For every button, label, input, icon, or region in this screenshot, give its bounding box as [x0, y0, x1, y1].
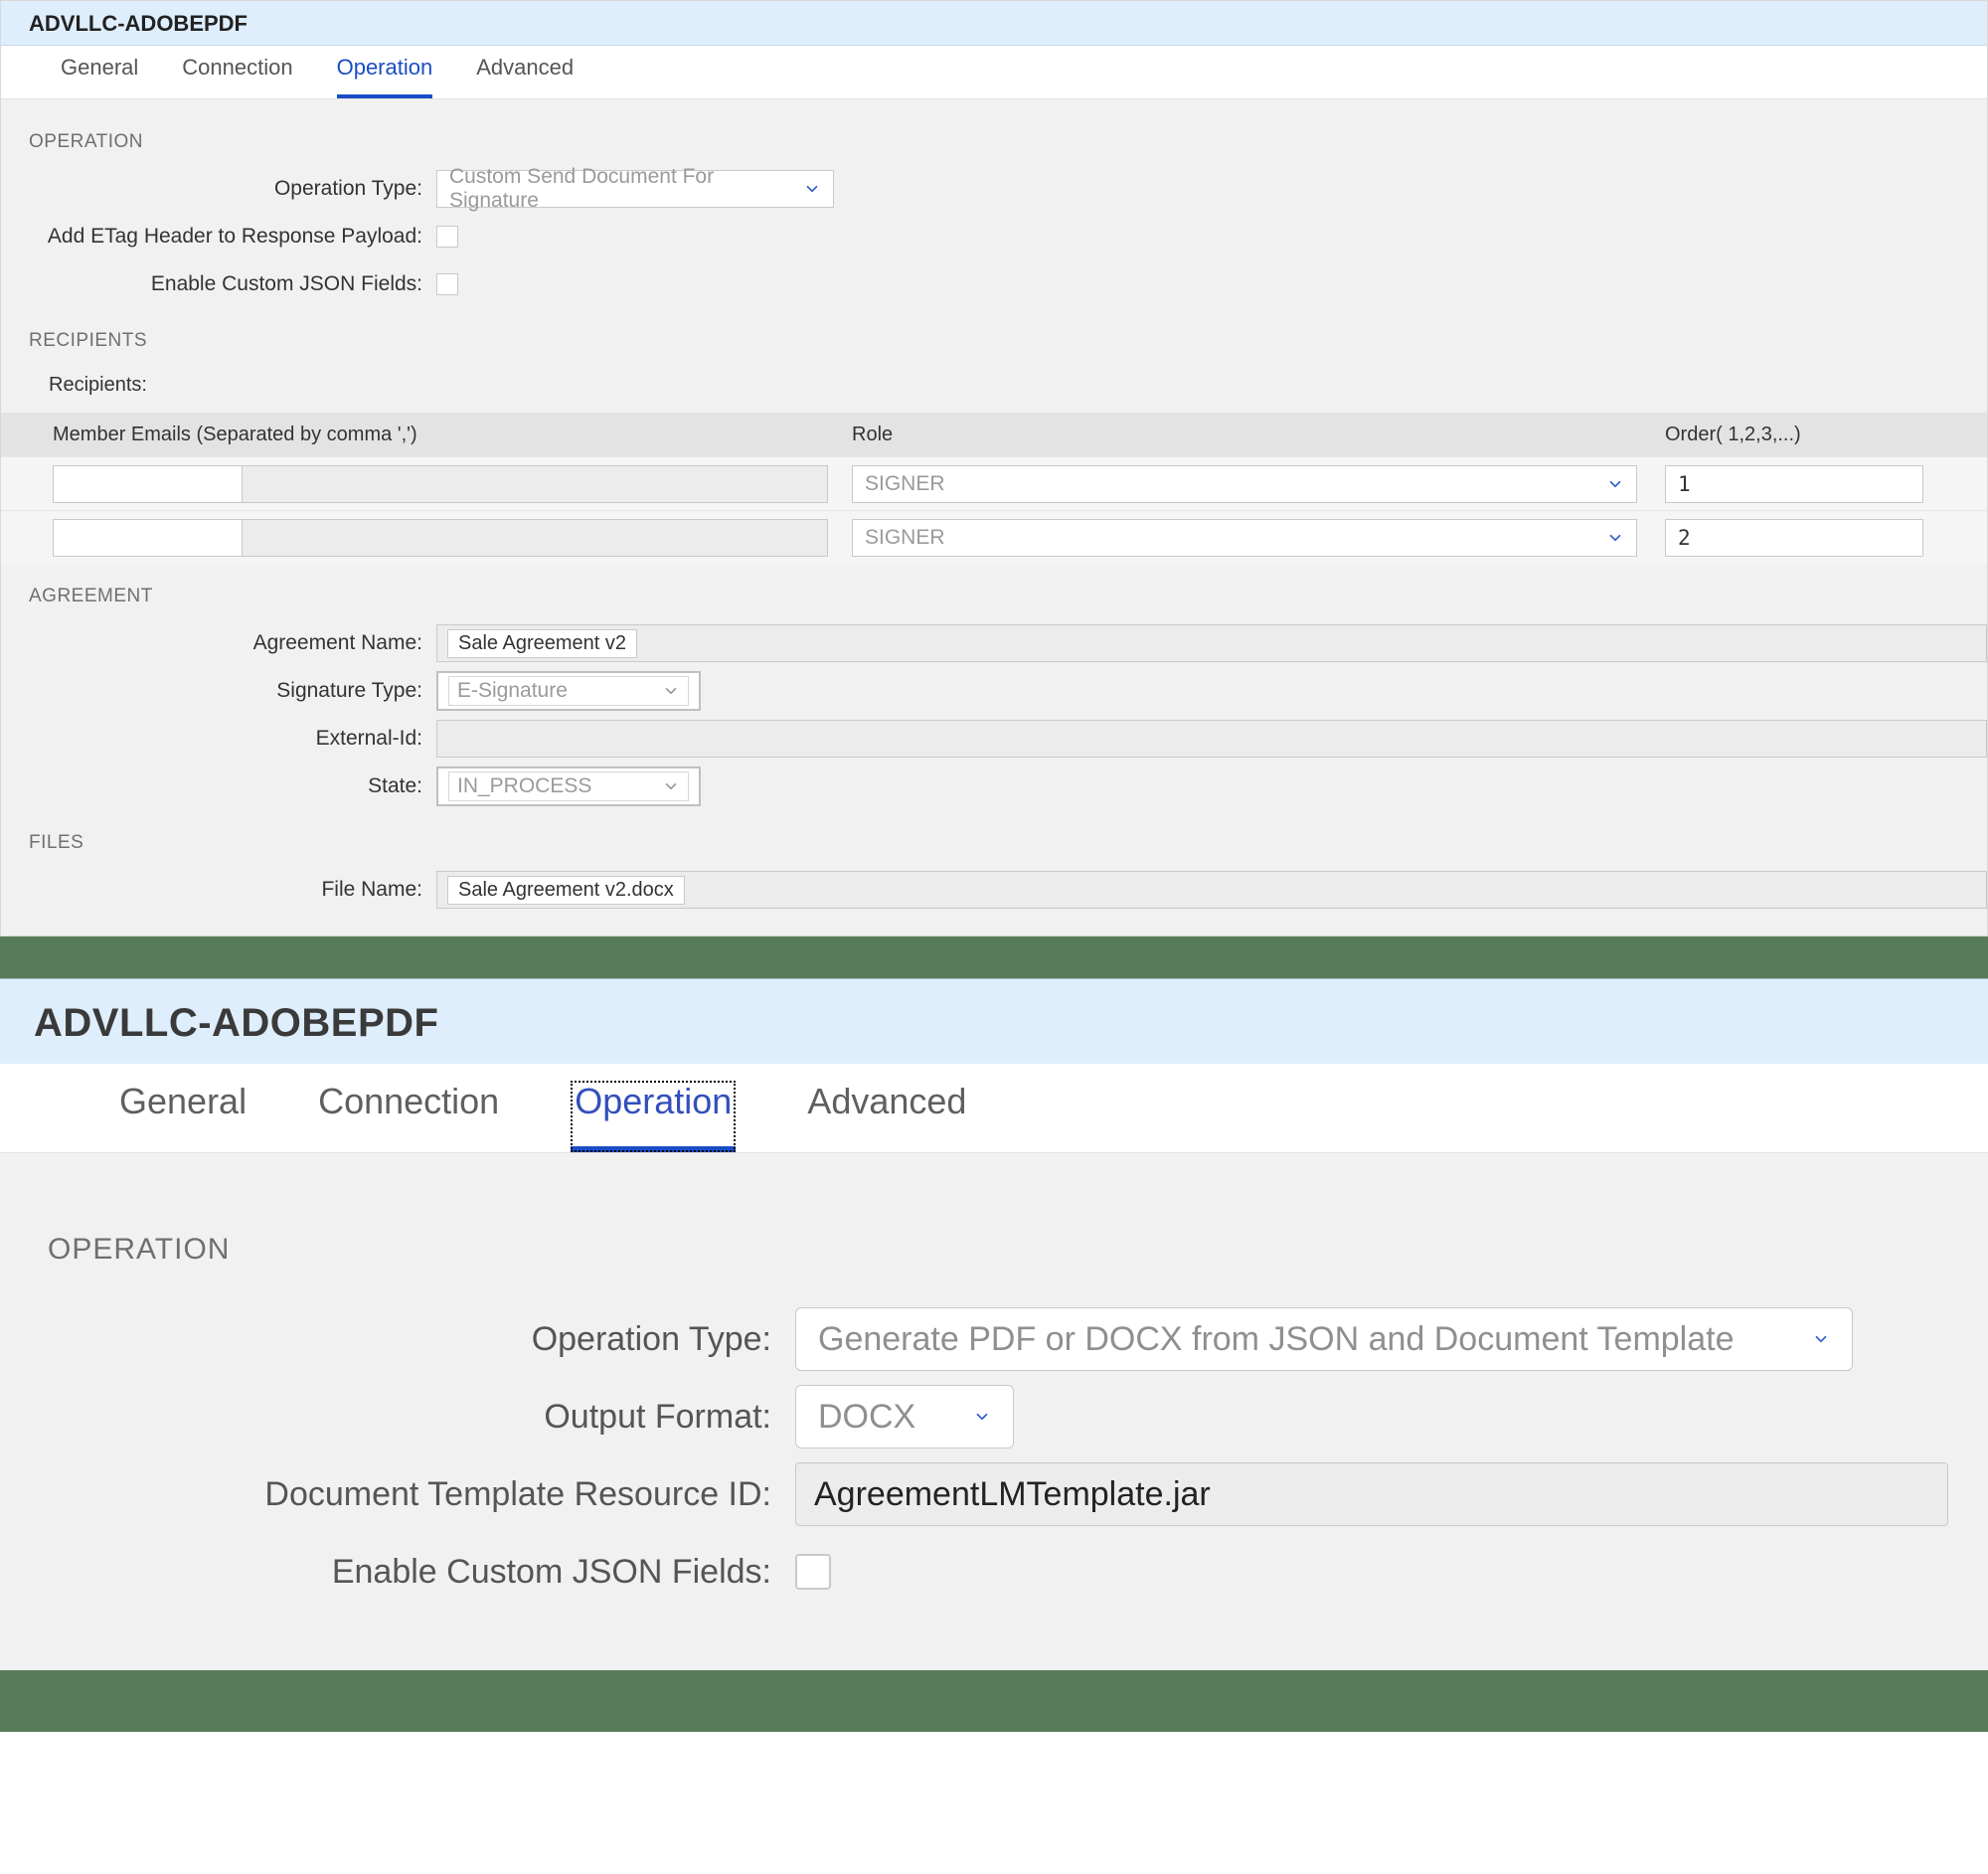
tab-connection[interactable]: Connection: [182, 55, 292, 98]
member-email-input[interactable]: [53, 519, 828, 557]
tab-operation[interactable]: Operation: [571, 1081, 736, 1152]
enable-json-checkbox[interactable]: [795, 1554, 831, 1590]
panel-body: OPERATION Operation Type: Generate PDF o…: [0, 1153, 1988, 1670]
enable-json-checkbox[interactable]: [436, 273, 458, 295]
template-id-field[interactable]: AgreementLMTemplate.jar: [795, 1462, 1948, 1526]
output-format-label: Output Format:: [0, 1398, 795, 1437]
table-row: SIGNER: [1, 456, 1987, 510]
panel-body: OPERATION Operation Type: Custom Send Do…: [1, 99, 1987, 936]
tab-connection[interactable]: Connection: [318, 1081, 499, 1152]
panel-generate-config: ADVLLC-ADOBEPDF General Connection Opera…: [0, 978, 1988, 1670]
section-recipients-label: RECIPIENTS: [1, 308, 1987, 364]
output-format-value: DOCX: [818, 1398, 915, 1437]
output-format-select[interactable]: DOCX: [795, 1385, 1014, 1448]
agreement-name-chip: Sale Agreement v2: [447, 629, 637, 658]
signature-type-label: Signature Type:: [1, 679, 436, 703]
agreement-name-label: Agreement Name:: [1, 631, 436, 655]
chevron-down-icon: [662, 682, 680, 700]
chevron-down-icon: [1606, 529, 1624, 547]
col-emails: Member Emails (Separated by comma ','): [1, 424, 836, 446]
member-email-input[interactable]: [53, 465, 828, 503]
signature-type-value: E-Signature: [457, 679, 568, 703]
role-select[interactable]: SIGNER: [852, 465, 1637, 503]
order-input[interactable]: [1665, 519, 1923, 557]
tab-general[interactable]: General: [61, 55, 138, 98]
operation-type-label: Operation Type:: [1, 177, 436, 201]
file-name-chip: Sale Agreement v2.docx: [447, 876, 685, 905]
section-operation-label: OPERATION: [1, 123, 1987, 165]
state-select[interactable]: IN_PROCESS: [436, 767, 701, 806]
template-id-label: Document Template Resource ID:: [0, 1475, 795, 1514]
role-select[interactable]: SIGNER: [852, 519, 1637, 557]
file-name-label: File Name:: [1, 878, 436, 902]
tab-general[interactable]: General: [119, 1081, 247, 1152]
enable-json-label: Enable Custom JSON Fields:: [0, 1553, 795, 1592]
chevron-down-icon: [1812, 1324, 1830, 1354]
role-value: SIGNER: [865, 526, 945, 550]
col-role: Role: [836, 424, 1651, 446]
state-label: State:: [1, 774, 436, 798]
signature-type-select[interactable]: E-Signature: [436, 671, 701, 711]
separator-bar: [0, 937, 1988, 978]
etag-checkbox[interactable]: [436, 226, 458, 248]
operation-type-label: Operation Type:: [0, 1320, 795, 1359]
separator-bar: [0, 1670, 1988, 1732]
state-value: IN_PROCESS: [457, 774, 591, 798]
panel-title: ADVLLC-ADOBEPDF: [1, 1, 1987, 46]
tab-bar: General Connection Operation Advanced: [1, 46, 1987, 99]
col-order: Order( 1,2,3,...): [1651, 424, 1987, 446]
chevron-down-icon: [803, 180, 821, 198]
chevron-down-icon: [973, 1402, 991, 1432]
table-row: SIGNER: [1, 510, 1987, 564]
order-input[interactable]: [1665, 465, 1923, 503]
tab-bar: General Connection Operation Advanced: [0, 1064, 1988, 1153]
section-operation-label: OPERATION: [0, 1203, 1988, 1300]
file-name-field[interactable]: Sale Agreement v2.docx: [436, 871, 1987, 909]
tab-advanced[interactable]: Advanced: [807, 1081, 966, 1152]
operation-type-select[interactable]: Custom Send Document For Signature: [436, 170, 834, 208]
role-value: SIGNER: [865, 472, 945, 496]
operation-type-select[interactable]: Generate PDF or DOCX from JSON and Docum…: [795, 1307, 1853, 1371]
section-files-label: FILES: [1, 810, 1987, 866]
panel-signature-config: ADVLLC-ADOBEPDF General Connection Opera…: [0, 0, 1988, 937]
chevron-down-icon: [662, 777, 680, 795]
chevron-down-icon: [1606, 475, 1624, 493]
operation-type-value: Generate PDF or DOCX from JSON and Docum…: [818, 1320, 1735, 1359]
agreement-name-field[interactable]: Sale Agreement v2: [436, 624, 1987, 662]
enable-json-label: Enable Custom JSON Fields:: [1, 272, 436, 296]
external-id-label: External-Id:: [1, 727, 436, 751]
tab-operation[interactable]: Operation: [337, 55, 433, 98]
recipients-table-header: Member Emails (Separated by comma ',') R…: [1, 413, 1987, 456]
recipients-table: Member Emails (Separated by comma ',') R…: [1, 413, 1987, 564]
section-agreement-label: AGREEMENT: [1, 564, 1987, 619]
etag-label: Add ETag Header to Response Payload:: [1, 225, 436, 249]
operation-type-value: Custom Send Document For Signature: [449, 165, 803, 213]
template-id-value: AgreementLMTemplate.jar: [814, 1475, 1211, 1514]
recipients-sub-label: Recipients:: [1, 364, 1987, 407]
tab-advanced[interactable]: Advanced: [476, 55, 574, 98]
panel-title: ADVLLC-ADOBEPDF: [0, 979, 1988, 1064]
external-id-field[interactable]: [436, 720, 1987, 758]
